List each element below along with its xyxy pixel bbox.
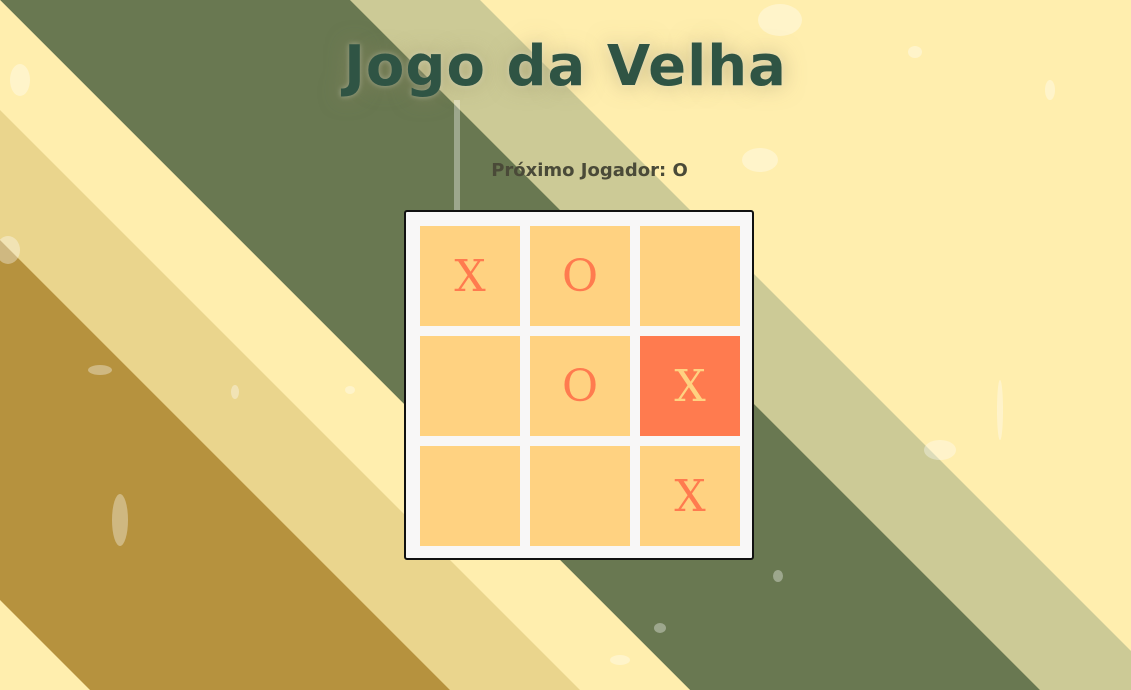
board-cell-1[interactable]: X — [420, 226, 520, 326]
board-cell-3[interactable] — [640, 226, 740, 326]
board-cell-9[interactable]: X — [640, 446, 740, 546]
board-cell-5[interactable]: O — [530, 336, 630, 436]
next-player-status: Próximo Jogador: O — [491, 160, 688, 181]
board-cell-6[interactable]: X — [640, 336, 740, 436]
board-cell-7[interactable] — [420, 446, 520, 546]
game-board: X O O X X — [404, 210, 754, 560]
board-cell-4[interactable] — [420, 336, 520, 436]
board-cell-8[interactable] — [530, 446, 630, 546]
board-cell-2[interactable]: O — [530, 226, 630, 326]
page-title: Jogo da Velha — [344, 34, 787, 99]
